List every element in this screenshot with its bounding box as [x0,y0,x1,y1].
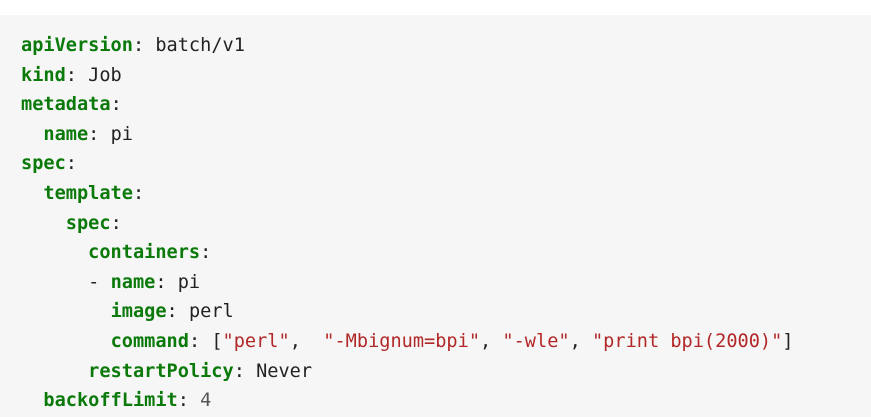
yaml-value: batch/v1 [155,35,245,56]
yaml-value: perl [188,301,234,323]
yaml-key: kind [21,64,66,86]
yaml-key: name [43,123,89,145]
yaml-key: template [43,182,133,204]
yaml-number: 4 [200,390,212,412]
yaml-key: restartPolicy [88,360,234,382]
yaml-code-block: apiVersion: batch/v1 kind: Job metadata:… [0,15,871,417]
yaml-key: image [110,301,167,323]
yaml-key: spec [65,212,111,234]
yaml-string: "-wle" [502,330,570,352]
yaml-value: Job [88,64,122,86]
code-line-containers: containers: [88,242,212,264]
yaml-key: backoffLimit [43,390,178,412]
yaml-value: pi [110,123,133,145]
yaml-key: spec [21,153,66,175]
code-line-apiversion: apiVersion: batch/v1 [21,35,245,56]
code-line-metadata: metadata: [21,94,122,116]
yaml-key: containers [88,242,201,264]
yaml-string: "perl" [222,330,290,352]
code-line-template: template: [43,182,145,204]
code-line-container-name: - name: pi [21,271,201,293]
code-line-command: command: ["perl", "-Mbignum=bpi", "-wle"… [110,330,794,352]
code-line-name: name: pi [43,123,133,145]
yaml-string: "print bpi(2000)" [591,330,783,352]
code-line-kind: kind: Job [21,64,122,86]
code-line-spec: spec: [21,153,77,175]
code-line-image: image: perl [110,301,234,323]
yaml-key: apiVersion [21,35,133,56]
yaml-key: metadata [21,94,111,116]
code-line-backoff-limit: backoffLimit: 4 [43,390,212,412]
code-line-inner-spec: spec: [65,212,122,234]
code-line-restart-policy: restartPolicy: Never [88,360,313,382]
yaml-value: Never [256,360,313,382]
yaml-key: command [110,330,189,352]
yaml-value: pi [177,271,201,293]
yaml-key: name [110,271,156,293]
yaml-string: "-Mbignum=bpi" [323,330,481,352]
